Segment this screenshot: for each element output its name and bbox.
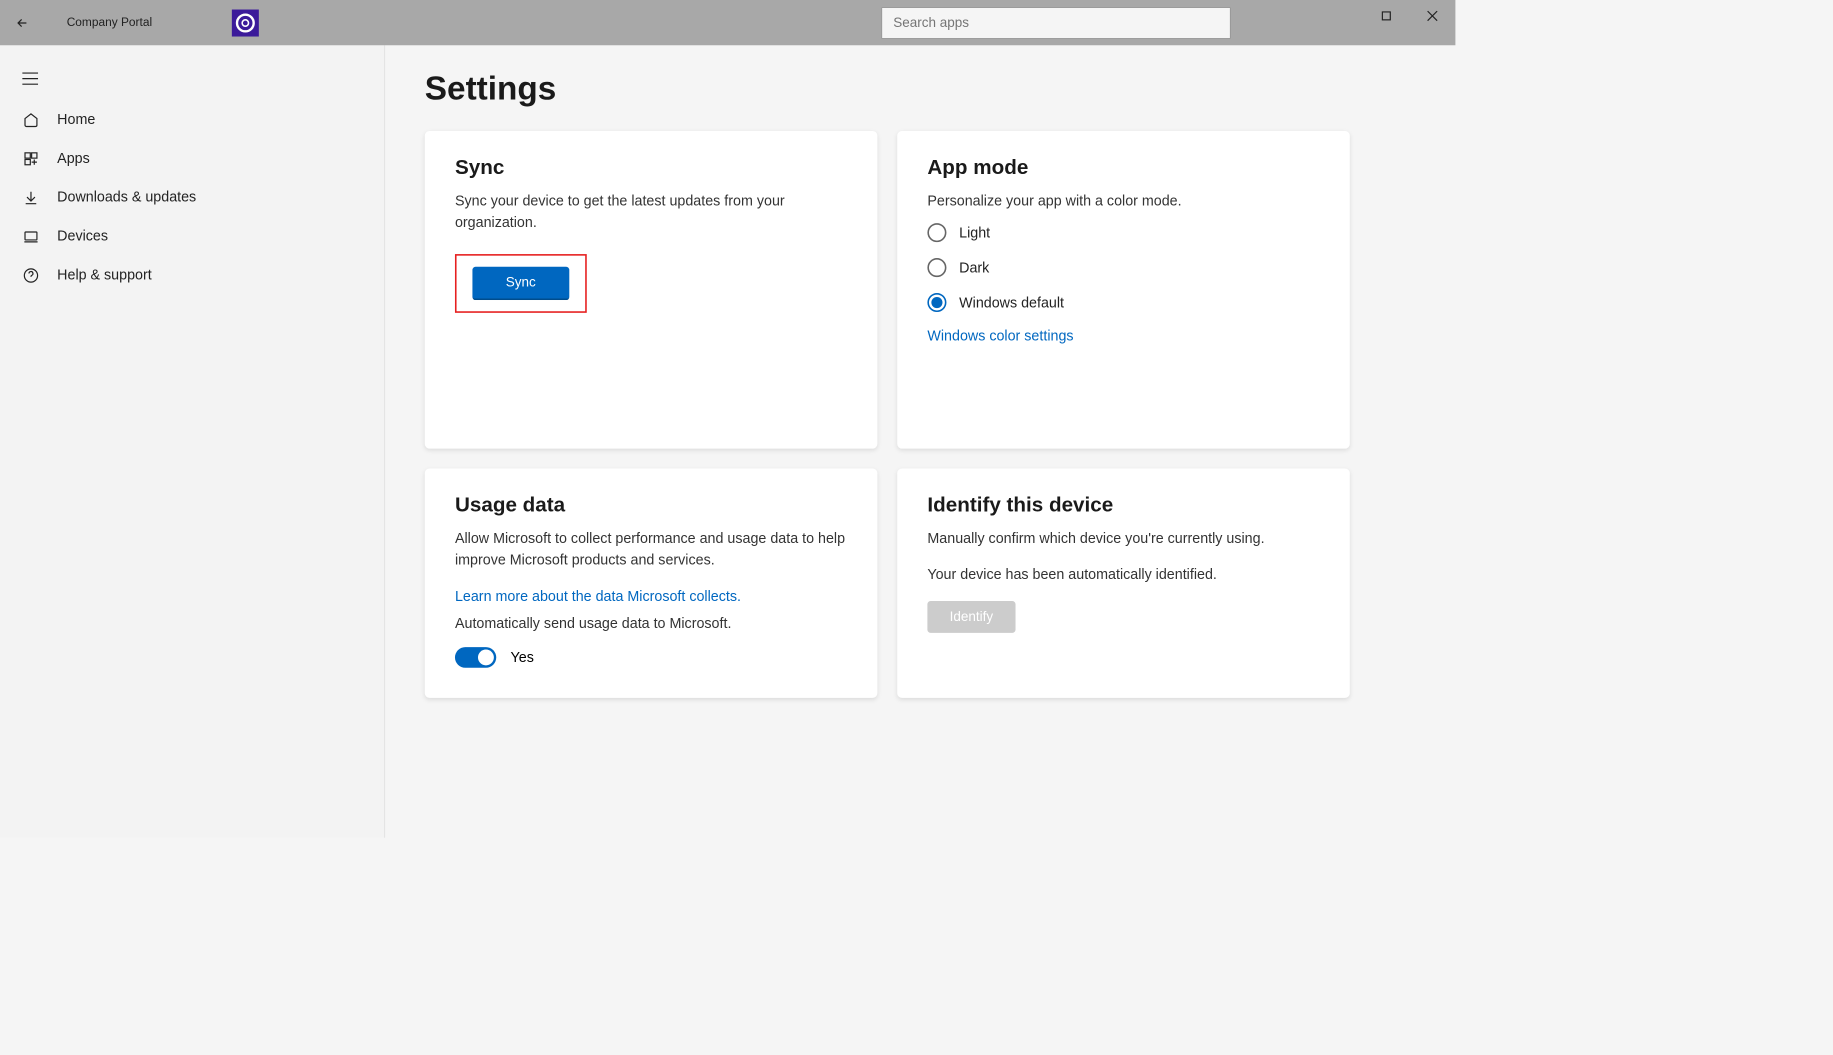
- sidebar-item-label: Apps: [57, 150, 90, 167]
- sidebar-item-devices[interactable]: Devices: [0, 217, 384, 256]
- sidebar-item-downloads[interactable]: Downloads & updates: [0, 178, 384, 217]
- identify-button[interactable]: Identify: [927, 601, 1015, 633]
- radio-label: Dark: [959, 259, 989, 276]
- sync-heading: Sync: [455, 155, 847, 180]
- radio-icon: [927, 223, 946, 242]
- usage-toggle-label: Automatically send usage data to Microso…: [455, 613, 847, 634]
- radio-windows-default[interactable]: Windows default: [927, 293, 1319, 312]
- app-mode-description: Personalize your app with a color mode.: [927, 191, 1319, 212]
- sidebar-item-home[interactable]: Home: [0, 100, 384, 139]
- identify-description: Manually confirm which device you're cur…: [927, 528, 1319, 549]
- usage-heading: Usage data: [455, 492, 847, 517]
- apps-icon: [22, 150, 39, 166]
- usage-learn-more-link[interactable]: Learn more about the data Microsoft coll…: [455, 588, 741, 605]
- radio-icon-checked: [927, 293, 946, 312]
- app-mode-card: App mode Personalize your app with a col…: [897, 131, 1350, 449]
- sidebar: Home Apps Downloads & updates Devices He…: [0, 45, 385, 837]
- radio-label: Windows default: [959, 294, 1064, 311]
- identify-card: Identify this device Manually confirm wh…: [897, 468, 1350, 697]
- usage-toggle[interactable]: [455, 647, 496, 668]
- windows-color-settings-link[interactable]: Windows color settings: [927, 328, 1073, 345]
- close-button[interactable]: [1409, 0, 1455, 32]
- sync-highlight: Sync: [455, 254, 587, 313]
- radio-light[interactable]: Light: [927, 223, 1319, 242]
- help-icon: [22, 267, 39, 283]
- app-mode-heading: App mode: [927, 155, 1319, 180]
- sidebar-item-label: Home: [57, 111, 95, 128]
- back-button[interactable]: [0, 0, 44, 45]
- usage-toggle-value: Yes: [511, 649, 534, 666]
- sidebar-item-help[interactable]: Help & support: [0, 256, 384, 295]
- usage-description: Allow Microsoft to collect performance a…: [455, 528, 847, 571]
- titlebar: Company Portal: [0, 0, 1455, 45]
- radio-label: Light: [959, 224, 990, 241]
- identify-heading: Identify this device: [927, 492, 1319, 517]
- home-icon: [22, 112, 39, 128]
- hamburger-menu-button[interactable]: [0, 61, 384, 100]
- sidebar-item-label: Downloads & updates: [57, 189, 196, 206]
- window-controls: [1363, 0, 1455, 32]
- radio-icon: [927, 258, 946, 277]
- maximize-button[interactable]: [1363, 0, 1409, 32]
- app-logo-icon: [232, 9, 259, 36]
- devices-icon: [22, 228, 39, 244]
- identify-status: Your device has been automatically ident…: [927, 564, 1319, 585]
- main-content: Settings Sync Sync your device to get th…: [385, 45, 1455, 837]
- page-title: Settings: [425, 69, 1416, 107]
- sync-card: Sync Sync your device to get the latest …: [425, 131, 878, 449]
- usage-data-card: Usage data Allow Microsoft to collect pe…: [425, 468, 878, 697]
- sync-button[interactable]: Sync: [472, 267, 569, 300]
- download-icon: [22, 189, 39, 205]
- sidebar-item-label: Devices: [57, 228, 108, 245]
- sync-description: Sync your device to get the latest updat…: [455, 191, 847, 234]
- search-input[interactable]: [881, 7, 1230, 39]
- app-title: Company Portal: [67, 16, 152, 29]
- sidebar-item-label: Help & support: [57, 267, 152, 284]
- radio-dark[interactable]: Dark: [927, 258, 1319, 277]
- sidebar-item-apps[interactable]: Apps: [0, 139, 384, 178]
